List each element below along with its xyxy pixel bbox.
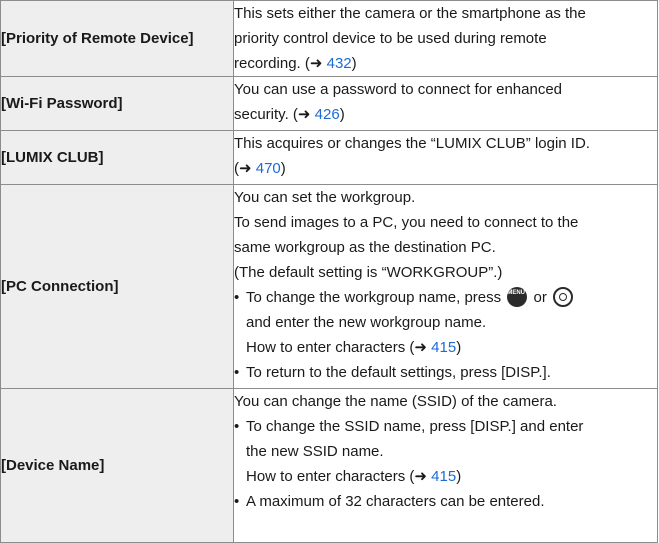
table-row: [Device Name] You can change the name (S… [0,388,658,543]
page-reference-link[interactable]: 470 [256,160,281,177]
joystick-icon [553,287,574,308]
text: To return to the default settings, press… [246,364,551,381]
bullet-item: • To change the SSID name, press [DISP.] … [234,414,657,439]
table-row: [Priority of Remote Device] This sets ei… [0,0,658,77]
description-line: recording. (➜ 432) [234,51,657,76]
bullet-icon: • [234,493,240,510]
setting-description-cell: This sets either the camera or the smart… [233,0,658,77]
bullet-icon: • [234,418,240,435]
description-line: You can use a password to connect for en… [234,81,563,98]
bullet-icon: • [234,364,240,381]
setting-name: [Wi-Fi Password] [1,95,123,112]
setting-description-cell: You can change the name (SSID) of the ca… [233,388,658,543]
text: To change the SSID name, press [DISP.] a… [246,418,584,435]
table-row: [Wi-Fi Password] You can use a password … [0,76,658,131]
description-line: security. (➜ 426) [234,102,657,127]
table-row: [PC Connection] You can set the workgrou… [0,184,658,389]
arrow-icon: ➜ [414,468,427,485]
text: ) [456,468,462,485]
setting-description-cell: You can set the workgroup. To send image… [233,184,658,389]
text: ) [456,339,462,356]
text: security. ( [234,106,298,123]
text: recording. ( [234,55,310,72]
setting-name-cell: [PC Connection] [0,184,234,389]
arrow-icon: ➜ [297,106,311,123]
text: How to enter characters ( [246,468,415,485]
page-reference-link[interactable]: 415 [431,468,456,485]
bullet-item: • To return to the default settings, pres… [234,360,657,385]
table-row: [LUMIX CLUB] This acquires or changes th… [0,130,658,185]
setting-name-cell: [LUMIX CLUB] [0,130,234,185]
page-reference-link[interactable]: 432 [327,55,352,72]
description-line: You can set the workgroup. [234,189,416,206]
bullet-item: • A maximum of 32 characters can be enter… [234,489,657,514]
description-line: (➜ 470) [234,156,657,181]
text: A maximum of 32 characters can be entere… [246,493,545,510]
bullet-item: • To change the workgroup name, press MEN… [234,285,657,310]
description-line: How to enter characters (➜ 415) [234,464,657,489]
description-line: This sets either the camera or the smart… [234,5,586,22]
description-line: This acquires or changes the “LUMIX CLUB… [234,135,590,152]
description-line: You can change the name (SSID) of the ca… [234,393,557,410]
page-reference-link[interactable]: 426 [315,106,340,123]
menu-set-button-icon: MENU SET [507,287,538,308]
text: ) [339,106,345,123]
arrow-icon: ➜ [309,55,323,72]
bullet-icon: • [234,289,240,306]
description-line: To send images to a PC, you need to conn… [234,214,579,231]
setting-name: [PC Connection] [1,278,119,295]
text: ) [280,160,286,177]
text: How to enter characters ( [246,339,415,356]
setting-description-cell: You can use a password to connect for en… [233,76,658,131]
arrow-icon: ➜ [239,160,252,177]
description-line: priority control device to be used durin… [234,30,547,47]
page-reference-link[interactable]: 415 [431,339,456,356]
setting-name-cell: [Device Name] [0,388,234,543]
settings-table: [Priority of Remote Device] This sets ei… [0,0,658,543]
arrow-icon: ➜ [414,339,427,356]
setting-name: [LUMIX CLUB] [1,149,104,166]
text: To change the workgroup name, press [246,289,502,306]
setting-name-cell: [Priority of Remote Device] [0,0,234,77]
text: ) [351,55,357,72]
description-line: and enter the new workgroup name. [246,314,487,331]
setting-description-cell: This acquires or changes the “LUMIX CLUB… [233,130,658,185]
setting-name-cell: [Wi-Fi Password] [0,76,234,131]
setting-name: [Priority of Remote Device] [1,30,194,47]
description-line: same workgroup as the destination PC. [234,239,496,256]
description-line: the new SSID name. [246,443,384,460]
setting-name: [Device Name] [1,457,105,474]
description-line: How to enter characters (➜ 415) [234,335,657,360]
description-line: (The default setting is “WORKGROUP”.) [234,264,503,281]
